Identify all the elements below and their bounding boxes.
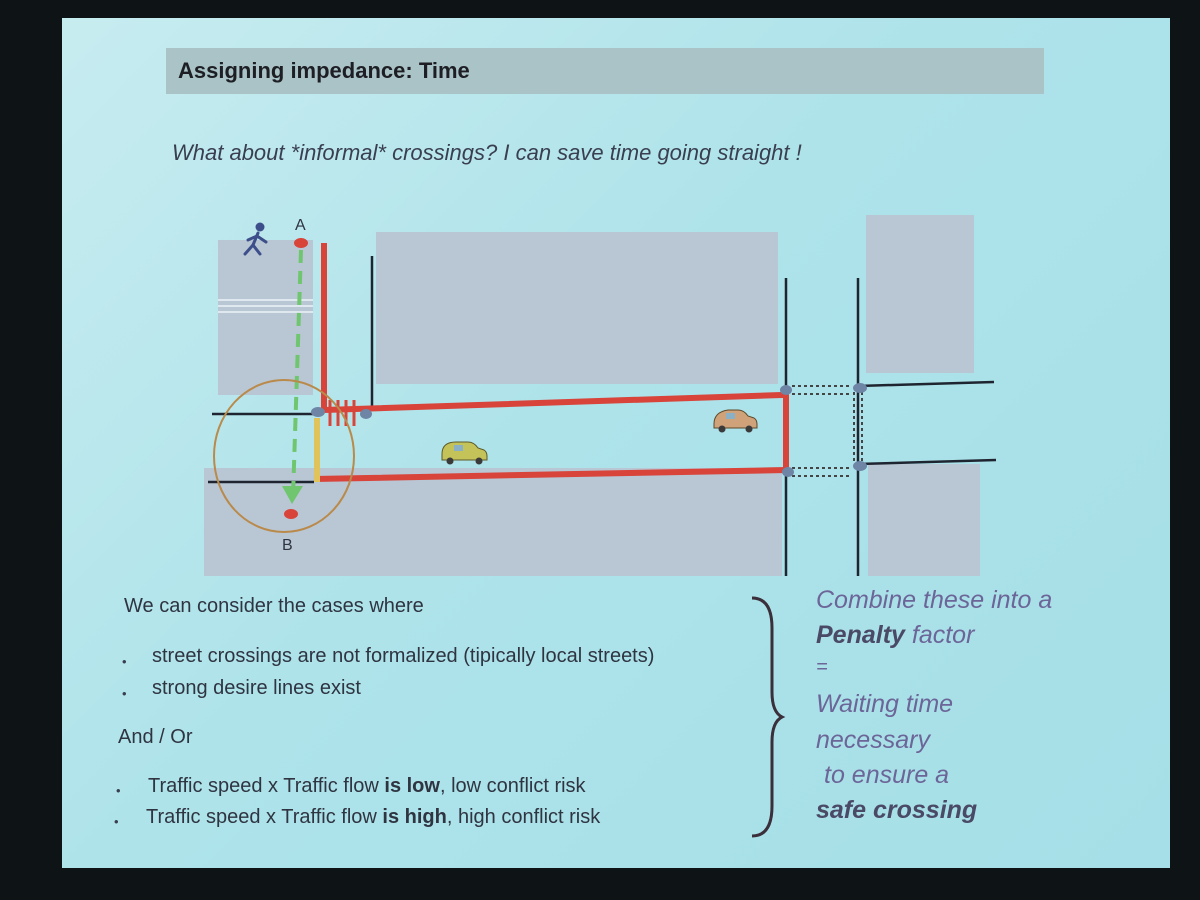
bullet-symbol: • — [122, 654, 127, 669]
intersection-node — [311, 407, 325, 417]
penalty-line-3: Waiting time — [816, 690, 954, 718]
safe-crossing-keyword: safe crossing — [816, 796, 978, 824]
curly-brace — [751, 596, 786, 838]
penalty-line-2: Penalty factor — [816, 623, 974, 648]
point-a-marker — [294, 238, 308, 248]
bullet-symbol: • — [122, 686, 127, 701]
cases-intro: We can consider the cases where — [124, 595, 424, 617]
slide-subtitle: What about *informal* crossings? I can s… — [172, 140, 802, 165]
point-a-label: A — [295, 217, 306, 234]
traffic-bullet-pre: Traffic speed x Traffic flow — [146, 806, 383, 828]
block-top-center — [376, 232, 778, 384]
block-top-right — [866, 215, 974, 373]
penalty-line-6: safe crossing — [816, 798, 977, 823]
penalty-line-5: to ensure a — [824, 761, 950, 789]
traffic-bullet-high: Traffic speed x Traffic flow is high, hi… — [146, 806, 600, 829]
point-b-marker — [284, 509, 298, 519]
penalty-line-1: Combine these into a — [816, 586, 1053, 614]
intersection-node — [782, 467, 794, 477]
bullet-symbol: • — [116, 783, 121, 798]
penalty-line-4: necessary — [816, 726, 930, 754]
intersection-node — [853, 383, 867, 393]
traffic-bullet-post: , low conflict risk — [439, 775, 586, 797]
traffic-bullet-bold: is low — [384, 775, 440, 797]
penalty-line-2-rest: factor — [904, 621, 975, 649]
case-bullet: street crossings are not formalized (tip… — [152, 645, 655, 667]
street-line — [857, 458, 997, 466]
traffic-bullet-bold: is high — [382, 806, 447, 828]
block-bottom-right — [868, 464, 980, 576]
penalty-keyword: Penalty — [816, 621, 905, 649]
block-bottom-left — [204, 468, 782, 576]
title-bar: Assigning impedance: Time — [166, 48, 1044, 94]
car-icon — [441, 441, 488, 465]
car-icon — [713, 409, 758, 433]
point-b-label: B — [282, 537, 293, 554]
street-line — [857, 380, 995, 388]
traffic-bullet-post: , high conflict risk — [446, 806, 601, 828]
intersection-node — [780, 385, 792, 395]
traffic-bullet-low: Traffic speed x Traffic flow is low, low… — [148, 775, 586, 798]
case-bullet: strong desire lines exist — [152, 677, 361, 699]
slide-title: Assigning impedance: Time — [178, 58, 470, 83]
traffic-bullet-pre: Traffic speed x Traffic flow — [148, 775, 385, 797]
and-or-connector: And / Or — [118, 726, 193, 748]
bullet-symbol: • — [114, 814, 119, 829]
street-diagram: A B — [204, 215, 997, 576]
intersection-node — [360, 409, 372, 419]
intersection-node — [853, 461, 867, 471]
projection-screen: Assigning impedance: Time What about *in… — [62, 18, 1170, 868]
equals-sign: = — [816, 656, 828, 678]
